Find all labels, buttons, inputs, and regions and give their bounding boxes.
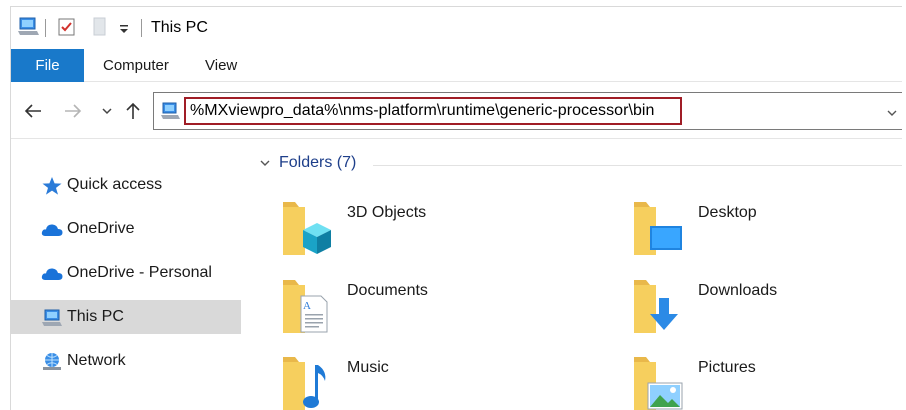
app-computer-icon [17,17,39,37]
pictures-folder-icon [632,353,684,410]
cloud-icon [41,220,63,240]
folder-documents[interactable]: A Documents [243,276,573,348]
chevron-down-icon [260,160,270,166]
address-dropdown-button[interactable] [886,105,898,123]
folder-downloads[interactable]: Downloads [594,276,902,348]
tab-view[interactable]: View [205,49,237,82]
sidebar-item-label: Network [67,352,126,369]
folder-label: Music [347,359,389,376]
sidebar-item-label: This PC [67,308,124,325]
ribbon-tabs: File Computer View [11,49,902,82]
title-bar: This PC [11,7,902,49]
qat-separator [45,19,46,37]
up-button[interactable] [121,99,145,123]
sidebar-item-network[interactable]: Network [11,344,241,378]
arrow-right-icon [65,104,82,118]
computer-icon [41,308,63,328]
folder-desktop[interactable]: Desktop [594,198,902,270]
chevron-down-icon [887,110,897,116]
folder-label: Pictures [698,359,756,376]
navigation-bar: %MXviewpro_data%\nms-platform\runtime\ge… [11,83,902,139]
arrow-left-icon [24,104,41,118]
address-computer-icon [160,102,180,125]
new-folder-icon[interactable] [91,17,109,37]
cloud-icon [41,264,63,284]
music-folder-icon [281,353,333,410]
navigation-pane: Quick access OneDrive OneDrive - Persona… [11,140,243,410]
tab-computer[interactable]: Computer [103,49,169,82]
network-icon [41,352,63,372]
sidebar-item-label: OneDrive - Personal [67,264,212,281]
window-title: This PC [151,19,208,36]
sidebar-item-label: Quick access [67,176,163,193]
back-button[interactable] [21,99,45,123]
recent-locations-button[interactable] [95,99,119,123]
sidebar-item-this-pc[interactable]: This PC [11,300,241,334]
content-pane: Folders (7) 3D Objects Desktop A Documen… [243,140,902,410]
address-bar[interactable]: %MXviewpro_data%\nms-platform\runtime\ge… [153,92,902,130]
folders-group-label: Folders (7) [279,154,357,171]
desktop-folder-icon [632,198,684,260]
qat-dropdown-icon[interactable] [117,17,131,37]
tab-file[interactable]: File [11,49,84,82]
address-path-text[interactable]: %MXviewpro_data%\nms-platform\runtime\ge… [190,102,654,120]
arrow-up-icon [126,102,140,119]
folder-label: 3D Objects [347,204,427,221]
folder-label: Desktop [698,204,757,221]
explorer-window: This PC File Computer View %MXviewpro_da… [10,6,902,410]
sidebar-item-quick-access[interactable]: Quick access [11,168,241,202]
svg-text:A: A [303,300,311,312]
sidebar-item-onedrive[interactable]: OneDrive [11,212,241,246]
folder-label: Documents [347,282,428,299]
folders-group-header[interactable]: Folders (7) [259,154,356,172]
3d-objects-folder-icon [281,198,333,260]
forward-button[interactable] [61,99,85,123]
folder-label: Downloads [698,282,778,299]
sidebar-item-onedrive-personal[interactable]: OneDrive - Personal [11,256,241,290]
star-icon [41,176,63,196]
properties-check-icon[interactable] [57,17,77,37]
title-separator [141,19,142,37]
group-divider [373,165,902,166]
sidebar-item-label: OneDrive [67,220,135,237]
folder-pictures[interactable]: Pictures [594,353,902,410]
downloads-folder-icon [632,276,684,338]
documents-folder-icon: A [281,276,333,338]
folder-3d-objects[interactable]: 3D Objects [243,198,573,270]
folder-music[interactable]: Music [243,353,573,410]
chevron-down-icon [102,108,112,115]
